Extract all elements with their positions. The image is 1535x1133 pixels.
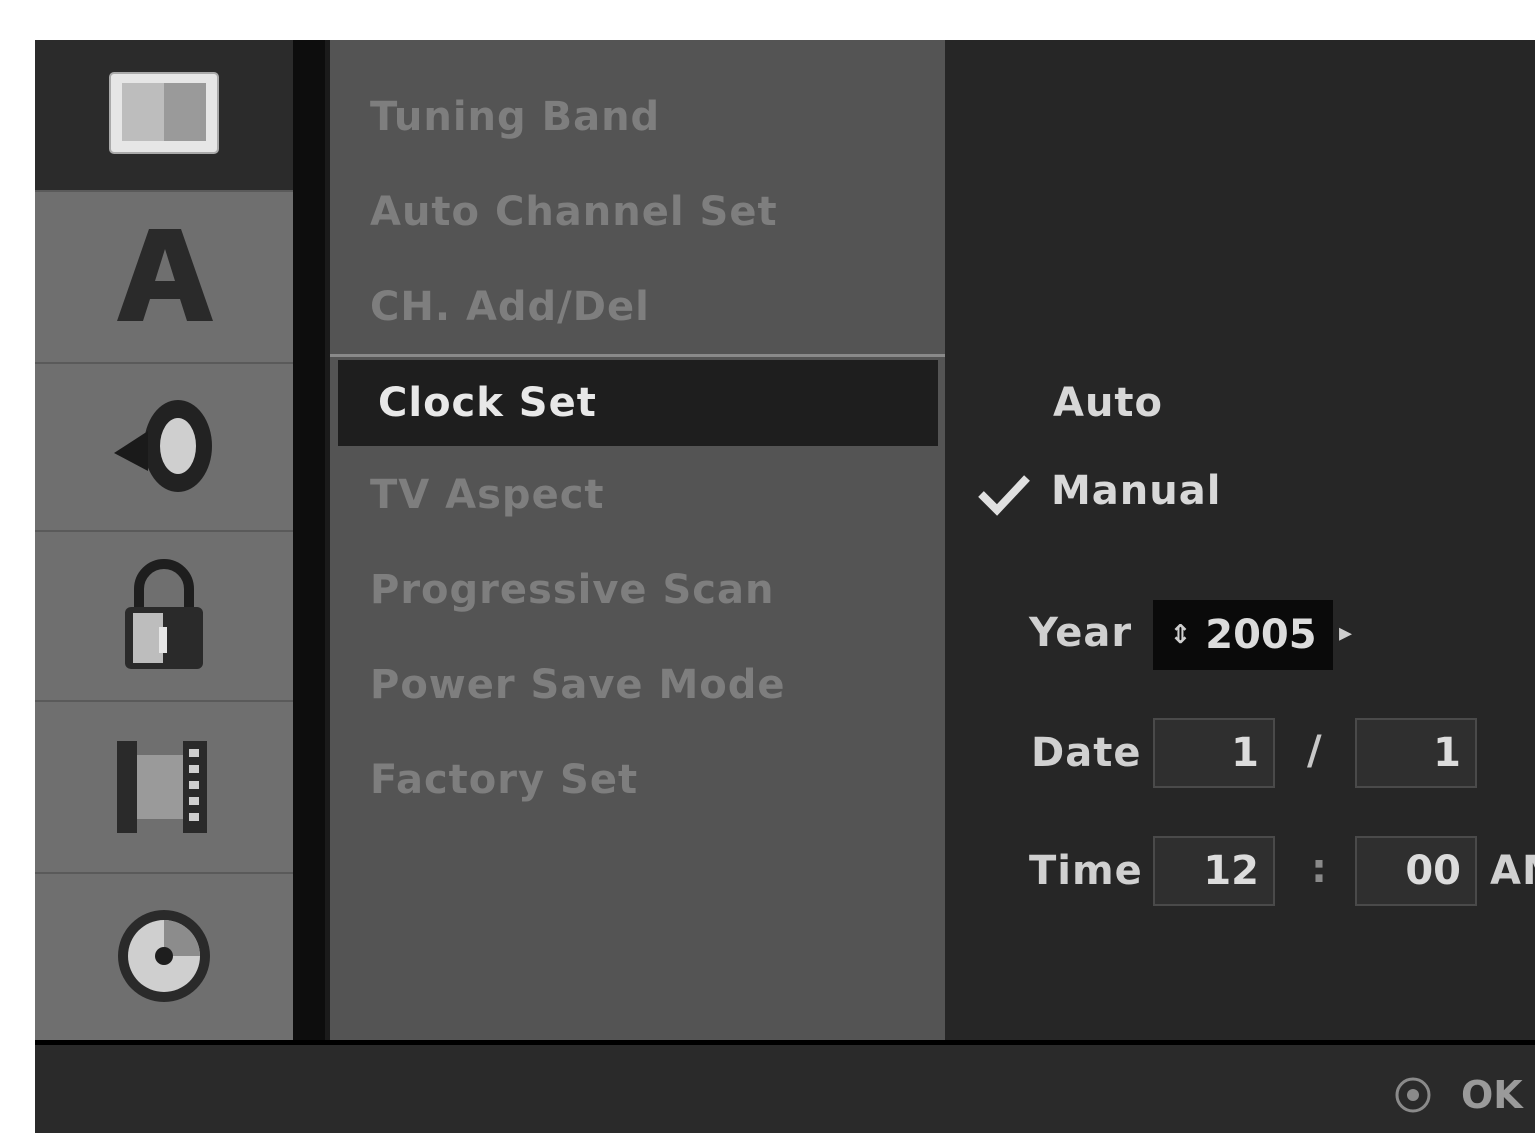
time-label: Time — [1029, 848, 1143, 894]
menu-item-power-save-mode[interactable]: Power Save Mode — [330, 642, 945, 728]
disc-icon — [118, 910, 210, 1002]
settings-menu: Tuning Band Auto Channel Set CH. Add/Del… — [330, 40, 945, 1040]
arrow-right-icon: ▸ — [1339, 618, 1353, 648]
time-hour-field[interactable]: 12 — [1153, 836, 1275, 906]
option-auto[interactable]: Auto — [1053, 380, 1163, 426]
menu-item-clock-set[interactable]: Clock Set — [338, 360, 938, 446]
lock-icon — [125, 559, 203, 669]
option-manual[interactable]: Manual — [1051, 468, 1221, 514]
menu-item-tv-aspect[interactable]: TV Aspect — [330, 452, 945, 538]
menu-item-auto-channel-set[interactable]: Auto Channel Set — [330, 169, 945, 255]
time-minute-field[interactable]: 00 — [1355, 836, 1477, 906]
ok-hint-label: OK — [1461, 1073, 1523, 1117]
menu-item-progressive-scan[interactable]: Progressive Scan — [330, 547, 945, 633]
menu-separator-line — [330, 354, 945, 357]
checkmark-icon — [978, 475, 1030, 516]
category-icon-column — [35, 40, 293, 1040]
menu-item-factory-set[interactable]: Factory Set — [330, 737, 945, 823]
date-month-field[interactable]: 1 — [1153, 718, 1275, 788]
category-language[interactable] — [35, 190, 293, 364]
year-field[interactable]: ⇕ 2005 — [1153, 600, 1333, 670]
date-day-field[interactable]: 1 — [1355, 718, 1477, 788]
column-divider — [293, 40, 325, 1040]
film-icon — [117, 741, 207, 833]
date-separator: / — [1307, 728, 1322, 774]
setup-menu-screen: Tuning Band Auto Channel Set CH. Add/Del… — [35, 40, 1535, 1133]
time-ampm[interactable]: AM — [1490, 848, 1535, 894]
category-disc[interactable] — [35, 872, 293, 1040]
time-separator: : — [1311, 846, 1327, 892]
category-audio[interactable] — [35, 362, 293, 532]
letter-a-icon — [117, 229, 213, 321]
clock-set-panel: Auto Manual Year ⇕ 2005 ▸ Date 1 / 1 Tim… — [945, 40, 1535, 1040]
bottom-help-bar: OK — [35, 1040, 1535, 1133]
menu-item-ch-add-del[interactable]: CH. Add/Del — [330, 264, 945, 350]
menu-item-tuning-band[interactable]: Tuning Band — [330, 74, 945, 160]
stepper-updown-icon: ⇕ — [1169, 620, 1192, 650]
category-lock[interactable] — [35, 530, 293, 702]
speaker-icon — [114, 400, 212, 492]
date-label: Date — [1031, 730, 1142, 776]
year-label: Year — [1029, 610, 1133, 656]
tv-icon — [109, 72, 219, 154]
category-general[interactable] — [35, 40, 293, 192]
ok-button-icon — [1395, 1077, 1431, 1113]
category-recording[interactable] — [35, 700, 293, 874]
